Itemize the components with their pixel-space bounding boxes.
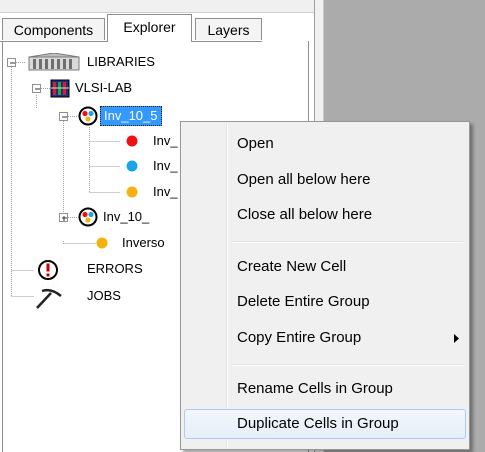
tree-label-libraries: LIBRARIES [87,54,155,69]
menu-item-label: Rename Cells in Group [237,380,393,397]
menu-item-delete-entire-group[interactable]: Delete Entire Group [184,289,466,315]
tab-explorer[interactable]: Explorer [107,14,192,42]
menu-item-label: Open all below here [237,171,371,188]
tab-components[interactable]: Components [2,18,105,40]
tree-label-vlsi-lab: VLSI-LAB [75,80,133,95]
tree-node-errors[interactable]: ERRORS [0,259,200,280]
tree-node-vlsi-lab[interactable]: VLSI-LAB [0,78,300,98]
tree-node-jobs[interactable]: JOBS [0,286,200,309]
collapse-toggle-icon[interactable] [7,58,16,67]
orange-cell-dot-icon [96,237,108,249]
library-building-icon [28,53,80,71]
menu-separator [231,241,463,243]
tree-node-cell-orange[interactable]: Inv_ [0,182,200,202]
orange-cell-dot-icon [126,186,138,198]
tree-node-libraries[interactable]: LIBRARIES [0,52,300,72]
menu-item-label: Create New Cell [237,258,347,275]
menu-item-open[interactable]: Open [184,131,466,157]
context-menu: Open Open all below here Close all below… [180,121,470,450]
library-book-icon [50,79,70,98]
tree-label-cell-red: Inv_ [153,133,178,148]
cell-group-icon [78,207,98,227]
collapse-toggle-icon[interactable] [32,84,41,93]
expand-toggle-icon[interactable] [59,213,68,222]
red-cell-dot [126,135,138,147]
menu-item-label: Open [237,135,274,152]
menu-item-duplicate-cells[interactable]: Duplicate Cells in Group [184,409,466,439]
orange-cell-dot [126,186,138,198]
tree-node-cell-red[interactable]: Inv_ [0,131,200,151]
tab-layers[interactable]: Layers [195,18,262,40]
tree-label-jobs: JOBS [87,288,121,303]
menu-item-label: Duplicate Cells in Group [237,415,399,432]
tree-label-inv-10-group: Inv_10_ [103,209,150,224]
blue-cell-dot [126,160,138,172]
tree-label-errors: ERRORS [87,261,143,276]
tree-node-cell-blue[interactable]: Inv_ [0,156,200,176]
tree-label-inv-10-5: Inv_10_5 [100,106,162,126]
tree-label-cell-blue: Inv_ [153,158,178,173]
menu-item-copy-entire-group[interactable]: Copy Entire Group [184,325,466,351]
menu-item-create-new-cell[interactable]: Create New Cell [184,254,466,280]
submenu-arrow-icon [454,334,459,343]
tree-node-inv-10-group[interactable]: Inv_10_ [0,207,200,227]
menu-item-label: Copy Entire Group [237,329,362,346]
menu-item-rename-cells[interactable]: Rename Cells in Group [184,376,466,402]
menu-separator [231,364,463,366]
menu-item-label: Close all below here [237,206,373,223]
jobs-pickaxe-icon [36,288,62,309]
tree-label-inverso: Inverso [122,235,165,250]
tab-strip: Components Explorer Layers [0,12,314,42]
cell-group-icon [78,106,98,126]
menu-item-close-all-below[interactable]: Close all below here [184,202,466,228]
collapse-toggle-icon[interactable] [59,112,68,121]
menu-item-open-all-below[interactable]: Open all below here [184,167,466,193]
red-cell-dot-icon [126,135,138,147]
error-icon [38,260,58,280]
blue-cell-dot-icon [126,160,138,172]
tree-label-cell-orange: Inv_ [153,184,178,199]
tree-node-inverso[interactable]: Inverso [0,233,200,253]
menu-item-label: Delete Entire Group [237,293,370,310]
